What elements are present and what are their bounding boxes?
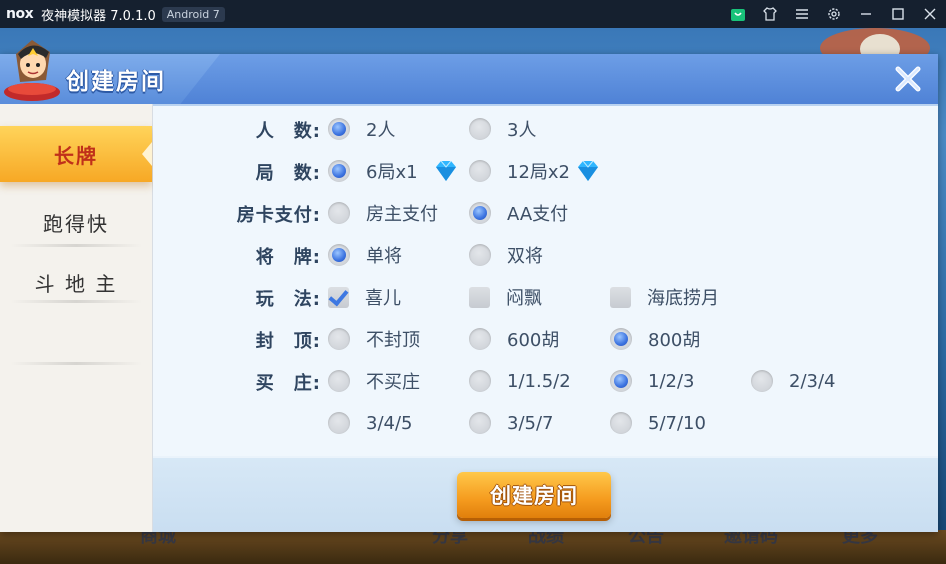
radio-option[interactable]: 不买庄 <box>328 368 420 394</box>
option-row-jiangpai: 将 牌: 单将 双将 <box>153 240 938 270</box>
menu-icon[interactable] <box>786 0 818 28</box>
radio-option[interactable]: 12局x2 <box>469 158 602 184</box>
checkbox[interactable] <box>328 286 349 308</box>
row-label: 将 牌: <box>255 247 321 268</box>
emulator-title-bar: nox 夜神模拟器 7.0.1.0 Android 7 <box>0 0 946 28</box>
radio-option[interactable]: 3/4/5 <box>328 410 413 436</box>
option-row-play-rules: 玩 法: 喜儿 闷飘 海底捞月 <box>153 282 938 312</box>
dialog-header: 创建房间 <box>0 40 938 106</box>
android-version-badge: Android 7 <box>161 6 225 22</box>
radio-option[interactable]: 5/7/10 <box>610 410 706 436</box>
settings-icon[interactable] <box>818 0 850 28</box>
radio-button[interactable] <box>328 202 350 224</box>
radio-option[interactable]: 1/1.5/2 <box>469 368 571 394</box>
radio-button[interactable] <box>469 328 491 350</box>
option-row-buy-banker-more: 3/4/5 3/5/7 5/7/10 <box>153 408 938 438</box>
store-icon[interactable] <box>722 0 754 28</box>
shirt-icon[interactable] <box>754 0 786 28</box>
radio-button[interactable] <box>610 328 632 350</box>
menu-item-doudizhu[interactable]: 斗 地 主 <box>0 254 152 310</box>
radio-option[interactable]: 3/5/7 <box>469 410 554 436</box>
room-options-panel: 人 数: 2人 3人 局 数: 6局x1 12局x2 房卡支付: 房主支付 AA… <box>153 106 938 456</box>
radio-option[interactable]: 1/2/3 <box>610 368 695 394</box>
option-row-rounds: 局 数: 6局x1 12局x2 <box>153 156 938 186</box>
create-room-button[interactable]: 创建房间 <box>457 472 611 518</box>
radio-option[interactable]: 600胡 <box>469 326 559 352</box>
window-title: 夜神模拟器 7.0.1.0 <box>41 8 156 24</box>
option-row-cap: 封 顶: 不封顶 600胡 800胡 <box>153 324 938 354</box>
radio-button[interactable] <box>469 370 491 392</box>
radio-button[interactable] <box>469 244 491 266</box>
checkbox-option[interactable]: 闷飘 <box>469 284 542 310</box>
game-type-menu: 长牌 跑得快 斗 地 主 <box>0 104 153 532</box>
row-label: 房卡支付: <box>236 205 321 226</box>
menu-item-paodekuai[interactable]: 跑得快 <box>0 194 152 250</box>
radio-button[interactable] <box>328 370 350 392</box>
row-label: 玩 法: <box>255 289 321 310</box>
menu-item-label: 长牌 <box>54 143 98 168</box>
option-row-players: 人 数: 2人 3人 <box>153 114 938 144</box>
radio-option[interactable]: 3人 <box>469 116 536 142</box>
radio-button[interactable] <box>610 412 632 434</box>
radio-button[interactable] <box>469 412 491 434</box>
radio-button[interactable] <box>610 370 632 392</box>
row-label: 封 顶: <box>255 331 321 352</box>
radio-button[interactable] <box>751 370 773 392</box>
maximize-icon[interactable] <box>882 0 914 28</box>
minimize-icon[interactable] <box>850 0 882 28</box>
close-x-icon[interactable] <box>892 63 924 95</box>
radio-option[interactable]: 不封顶 <box>328 326 420 352</box>
radio-option[interactable]: 800胡 <box>610 326 700 352</box>
dialog-title: 创建房间 <box>66 69 166 95</box>
radio-button[interactable] <box>328 412 350 434</box>
menu-item-changpai[interactable]: 长牌 <box>0 126 152 182</box>
diamond-icon <box>435 160 456 181</box>
menu-divider <box>10 362 142 365</box>
radio-button[interactable] <box>469 118 491 140</box>
radio-option[interactable]: 2人 <box>328 116 395 142</box>
radio-button[interactable] <box>469 160 491 182</box>
close-icon[interactable] <box>914 0 946 28</box>
radio-button[interactable] <box>328 118 350 140</box>
menu-item-label: 斗 地 主 <box>34 271 118 296</box>
nox-logo: nox <box>6 6 34 22</box>
radio-option[interactable]: 2/3/4 <box>751 368 836 394</box>
create-room-button-label: 创建房间 <box>490 484 578 508</box>
radio-button[interactable] <box>328 160 350 182</box>
menu-item-label: 跑得快 <box>43 211 109 236</box>
row-label: 人 数: <box>255 121 321 142</box>
option-row-payment: 房卡支付: 房主支付 AA支付 <box>153 198 938 228</box>
radio-button[interactable] <box>328 328 350 350</box>
row-label: 买 庄: <box>255 373 321 394</box>
radio-button[interactable] <box>469 202 491 224</box>
checkbox-option[interactable]: 海底捞月 <box>610 284 719 310</box>
checkbox[interactable] <box>610 286 631 308</box>
checkbox[interactable] <box>469 286 490 308</box>
radio-option[interactable]: 单将 <box>328 242 402 268</box>
radio-option[interactable]: AA支付 <box>469 200 568 226</box>
mascot-icon <box>4 40 60 101</box>
radio-option[interactable]: 房主支付 <box>328 200 438 226</box>
radio-button[interactable] <box>328 244 350 266</box>
radio-option[interactable]: 双将 <box>469 242 543 268</box>
create-room-dialog: 创建房间 长牌 跑得快 斗 地 主 人 数: 2人 3人 局 数: 6局x1 1… <box>0 40 938 532</box>
radio-option[interactable]: 6局x1 <box>328 158 460 184</box>
row-label: 局 数: <box>255 163 321 184</box>
dialog-footer: 创建房间 <box>153 458 938 532</box>
diamond-icon <box>578 160 599 181</box>
option-row-buy-banker: 买 庄: 不买庄 1/1.5/2 1/2/3 2/3/4 <box>153 366 938 396</box>
checkbox-option[interactable]: 喜儿 <box>328 284 401 310</box>
